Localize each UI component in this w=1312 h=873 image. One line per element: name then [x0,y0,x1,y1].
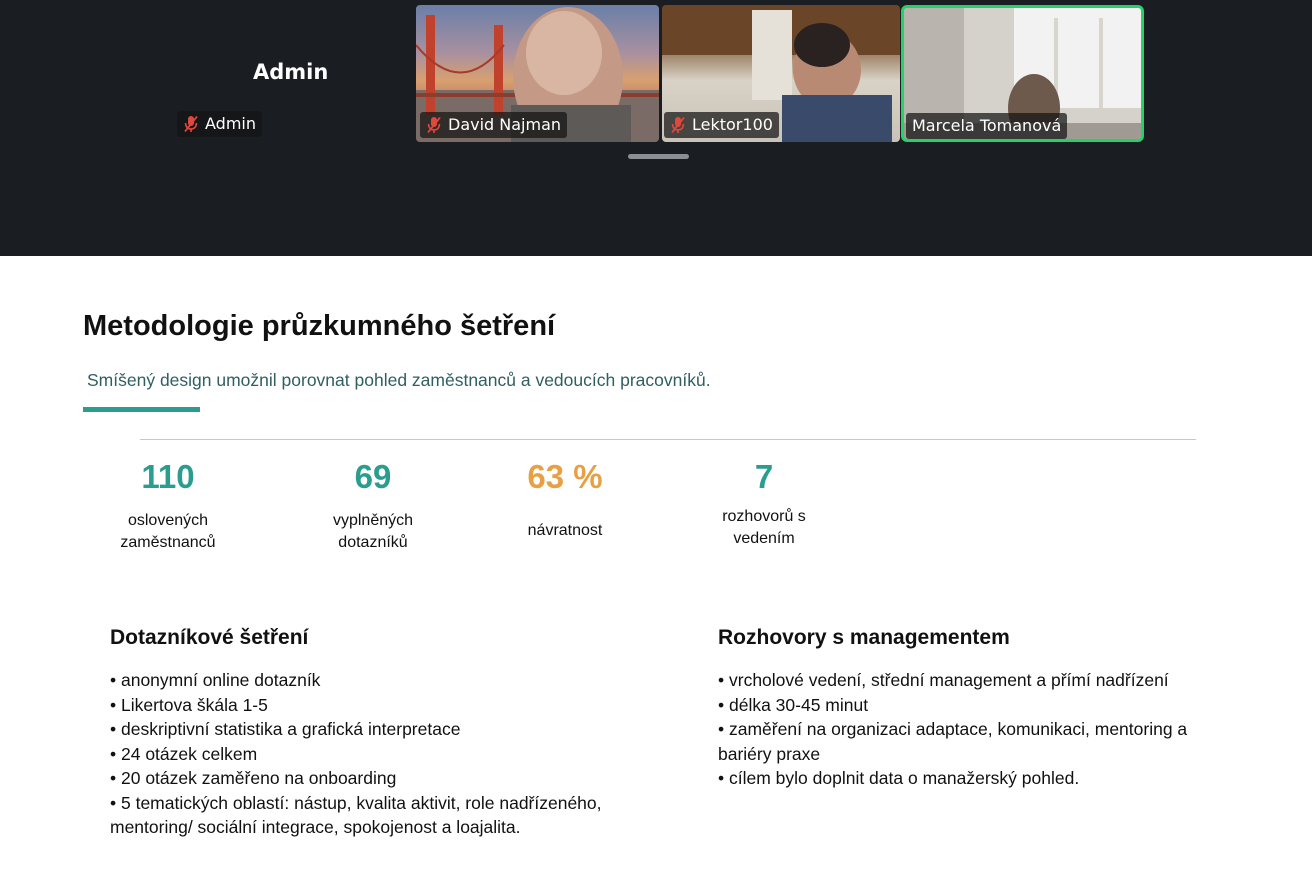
list-item: • délka 30-45 minut [718,694,869,715]
participant-strip: Admin Admin David Najman Lektor100 Marce… [0,0,1312,255]
self-chip-label: Admin [205,114,256,133]
stat-label: vyplněných dotazníků [293,510,453,554]
tile-name-chip: David Najman [420,112,568,138]
tile-name-label: David Najman [448,115,562,134]
accent-bar [83,407,200,412]
stat-value: 7 [754,458,774,495]
strip-drag-handle[interactable] [628,154,689,159]
list-item: • cílem bylo doplnit data o manažerský p… [718,768,1080,788]
bullet-list-questionnaire: • anonymní online dotazník • Likertova š… [110,668,602,840]
muted-mic-icon [427,116,441,134]
bullet-list-interviews: • vrcholové vedení, střední management a… [718,668,1187,791]
stat-completed: 69 vyplněných dotazníků [293,456,453,554]
list-item: • 5 tematických oblastí: nástup, kvalita… [110,792,602,813]
stat-label-line: návratnost [527,522,603,539]
list-item: • Likertova škála 1-5 [110,694,268,715]
tile-name-label: Lektor100 [692,115,773,134]
shared-slide: Metodologie průzkumného šetření Smíšený … [0,256,1312,873]
self-name-chip: Admin [177,111,262,137]
section-title-interviews: Rozhovory s managementem [718,626,1010,649]
tile-name-chip: Lektor100 [664,112,779,138]
stat-label-line: zaměstnanců [120,534,216,551]
stat-label-line: vedením [733,530,795,547]
stat-label-line: rozhovorů s [722,508,806,525]
slide-title: Metodologie průzkumného šetření [83,310,556,342]
video-tile-marcela-tomanova[interactable]: Marcela Tomanová [901,5,1144,142]
tile-name-label: Marcela Tomanová [912,116,1062,135]
stat-label: návratnost [485,520,645,542]
list-item: bariéry praxe [718,743,821,764]
self-display-name: Admin [253,60,329,84]
stat-label: rozhovorů s vedením [684,506,844,550]
list-item: • deskriptivní statistika a grafická int… [110,719,461,739]
stat-value: 63 % [527,458,603,495]
divider-line [140,439,1196,440]
stat-response-rate: 63 % návratnost [485,456,645,542]
stat-label: oslovených zaměstnanců [88,510,248,554]
stat-label-line: dotazníků [338,534,408,551]
section-title-questionnaire: Dotazníkové šetření [110,626,309,649]
muted-mic-icon [671,116,685,134]
list-item: mentoring/ sociální integrace, spokojeno… [110,817,521,837]
list-item: • 24 otázek celkem [110,743,258,764]
slide-subtitle: Smíšený design umožnil porovnat pohled z… [87,370,711,390]
stat-label-line: vyplněných [332,512,414,529]
list-item: • zaměření na organizaci adaptace, komun… [718,719,1188,739]
stat-label-line: oslovených [127,512,209,529]
tile-name-chip: Marcela Tomanová [906,113,1068,139]
stat-value: 69 [354,458,392,495]
stat-contacted: 110 oslovených zaměstnanců [88,456,248,554]
video-tile-david-najman[interactable]: David Najman [416,5,659,142]
list-item: • vrcholové vedení, střední management a… [718,670,1169,690]
muted-mic-icon [184,115,198,133]
stat-interviews: 7 rozhovorů s vedením [684,456,844,550]
list-item: • 20 otázek zaměřeno na onboarding [110,768,397,788]
video-tile-lektor100[interactable]: Lektor100 [662,5,900,142]
stat-value: 110 [141,458,195,495]
list-item: • anonymní online dotazník [110,670,321,690]
